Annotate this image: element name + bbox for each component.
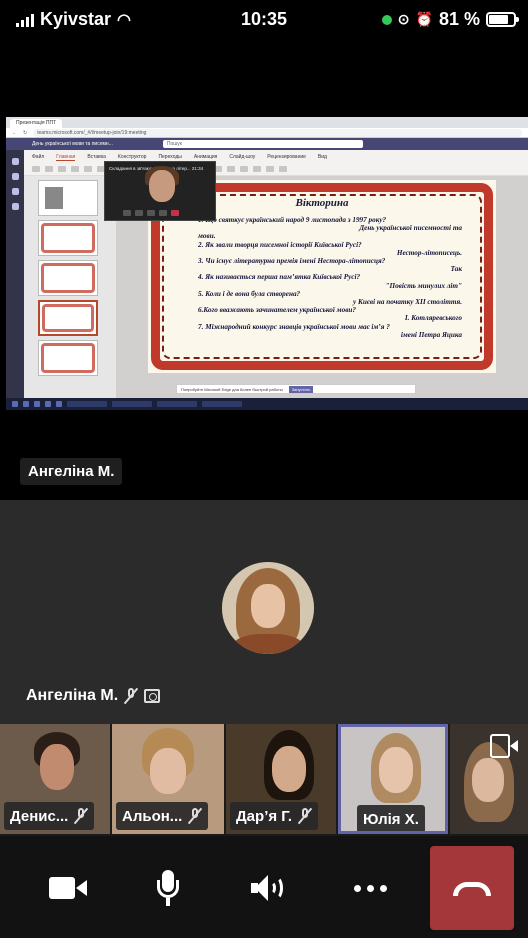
participant-strip[interactable]: Денис... Альон... Дар’я Г. Юлія Х. [0, 724, 528, 836]
mic-muted-icon [74, 807, 89, 825]
participant-tile[interactable] [450, 724, 528, 834]
browser-tab: Презентація ППТ [10, 119, 63, 128]
avatar [222, 562, 314, 654]
slide-line: мови. [198, 232, 216, 241]
teams-app-rail [6, 150, 24, 398]
rail-icon [11, 188, 19, 195]
notice-text: Попробуйте Microsoft Edge для более быст… [181, 386, 283, 392]
alarm-icon: ⏰ [415, 11, 433, 27]
participant-tile-active[interactable]: Юлія Х. [338, 724, 448, 834]
presenter-video-thumbnail: Складання в зв'язку: Зарубіжна літер... … [104, 161, 216, 221]
teams-title: День української мови та писемн... [32, 141, 113, 147]
powerpoint-ribbon: Файл Главная Вставка Конструктор Переходы Ани… [24, 150, 528, 176]
battery-icon [486, 12, 519, 27]
slide-thumbnail [38, 220, 98, 256]
speaker-button[interactable] [228, 848, 308, 928]
slide-line: День української писемності та [359, 224, 462, 233]
mic-in-use-indicator [381, 14, 392, 25]
participant-label: Денис... [4, 802, 95, 830]
ribbon-tab: Анимация [193, 154, 218, 160]
slide-line: 4. Як називається перша пам’ятка Київськ… [198, 273, 361, 282]
participant-label: Дар’я Г. [230, 802, 319, 830]
reload-icon: ↻ [23, 129, 28, 136]
shared-screen[interactable]: Презентація ППТ ← ↻ teams.microsoft.com/… [6, 117, 528, 410]
status-bar: Kyivstar ◠ 10:35 ⊙ ⏰ 81 % [0, 0, 528, 40]
participant-tile[interactable]: Альон... [112, 724, 224, 834]
participant-label: Юлія Х. [357, 805, 425, 831]
more-icon [353, 884, 387, 892]
lock-rotation-icon: ⊙ [397, 11, 410, 27]
participant-name: Альон... [122, 807, 183, 825]
slide-line: Нестор-літописець. [396, 248, 462, 257]
participant-name: Денис... [10, 807, 69, 825]
slide-thumbnail-selected [38, 300, 98, 336]
ribbon-tab: Файл [32, 154, 45, 160]
participant-tile[interactable]: Дар’я Г. [226, 724, 336, 834]
teams-search: Пошук [162, 140, 363, 148]
ribbon-tab: Конструктор [117, 154, 147, 160]
slide-line: "Повість минулих літ" [385, 281, 463, 290]
slide-line: 5. Коли і де вона була створена? [198, 289, 301, 298]
camera-button[interactable] [28, 848, 108, 928]
camera-icon [49, 877, 87, 899]
participant-label: Альон... [116, 802, 209, 830]
rail-icon [11, 203, 19, 210]
battery-percent: 81 % [438, 9, 480, 29]
teams-header: День української мови та писемн... Пошук [6, 138, 528, 150]
slide-thumbnail [38, 180, 98, 216]
rail-icon [11, 173, 19, 180]
windows-taskbar [6, 398, 528, 410]
slide-line: І. Котляревського [404, 314, 462, 323]
slide-thumbnail [38, 340, 98, 376]
call-controls [0, 836, 528, 938]
speaker-icon [251, 874, 285, 902]
ribbon-tab: Слайд-шоу [229, 154, 256, 160]
status-right: ⊙ ⏰ 81 % [381, 9, 519, 30]
ribbon-tab: Главная [56, 154, 76, 161]
microphone-icon [156, 870, 180, 906]
browser-tab-bar: Презентація ППТ [6, 117, 528, 128]
slide-questions: 1. Що святкує український народ 9 листоп… [198, 216, 462, 339]
main-participant-area[interactable]: Ангеліна М. [0, 500, 528, 724]
ribbon-tab: Рецензирование [267, 154, 306, 160]
participant-tile[interactable]: Денис... [0, 724, 110, 834]
participant-name: Юлія Х. [363, 810, 419, 828]
slide-line: 2. Як звали творця писемної історії Київ… [198, 240, 362, 249]
mic-muted-icon [123, 687, 139, 705]
edge-notice: Попробуйте Microsoft Edge для более быст… [176, 384, 416, 394]
slide-line: імені Петра Яцика [400, 330, 462, 339]
ribbon-tabs: Файл Главная Вставка Конструктор Переходы Ани… [32, 154, 520, 161]
back-icon: ← [12, 129, 17, 136]
slide-thumbnails [24, 176, 116, 398]
hang-up-icon [453, 880, 491, 896]
slide-thumbnail [38, 260, 98, 296]
battery-fill [489, 15, 509, 24]
switch-camera-icon[interactable] [490, 734, 518, 758]
presenter-name-tag: Ангеліна М. [20, 458, 123, 485]
microphone-button[interactable] [128, 848, 208, 928]
url-field: teams.microsoft.com/_#/l/meetup-join/19:… [33, 128, 522, 137]
presenter-badge-icon [144, 689, 161, 703]
mic-muted-icon [188, 807, 203, 825]
slide-line: 6.Кого вважають зачинателем української … [198, 306, 357, 315]
slide-line: у Києві на початку XII століття. [353, 298, 462, 307]
main-participant-label: Ангеліна М. [26, 687, 161, 705]
slide-line: 3. Чи існує літературна премія імені Нес… [198, 257, 386, 266]
more-options-button[interactable] [330, 848, 410, 928]
slide-line: 7. Міжнародний конкурс знавців українськ… [198, 322, 390, 331]
ribbon-tab: Вид [317, 154, 327, 160]
hang-up-button[interactable] [430, 846, 514, 930]
slide-line: 1. Що святкує український народ 9 листоп… [198, 216, 387, 224]
rail-icon [11, 158, 19, 165]
ribbon-tab: Переходы [158, 154, 182, 160]
participant-name: Ангеліна М. [26, 687, 119, 704]
notice-button: Запустить [288, 385, 314, 393]
participant-name: Дар’я Г. [236, 807, 293, 825]
ribbon-tab: Вставка [87, 154, 106, 160]
browser-address-bar: ← ↻ teams.microsoft.com/_#/l/meetup-join… [6, 128, 528, 138]
mic-muted-icon [297, 807, 313, 825]
